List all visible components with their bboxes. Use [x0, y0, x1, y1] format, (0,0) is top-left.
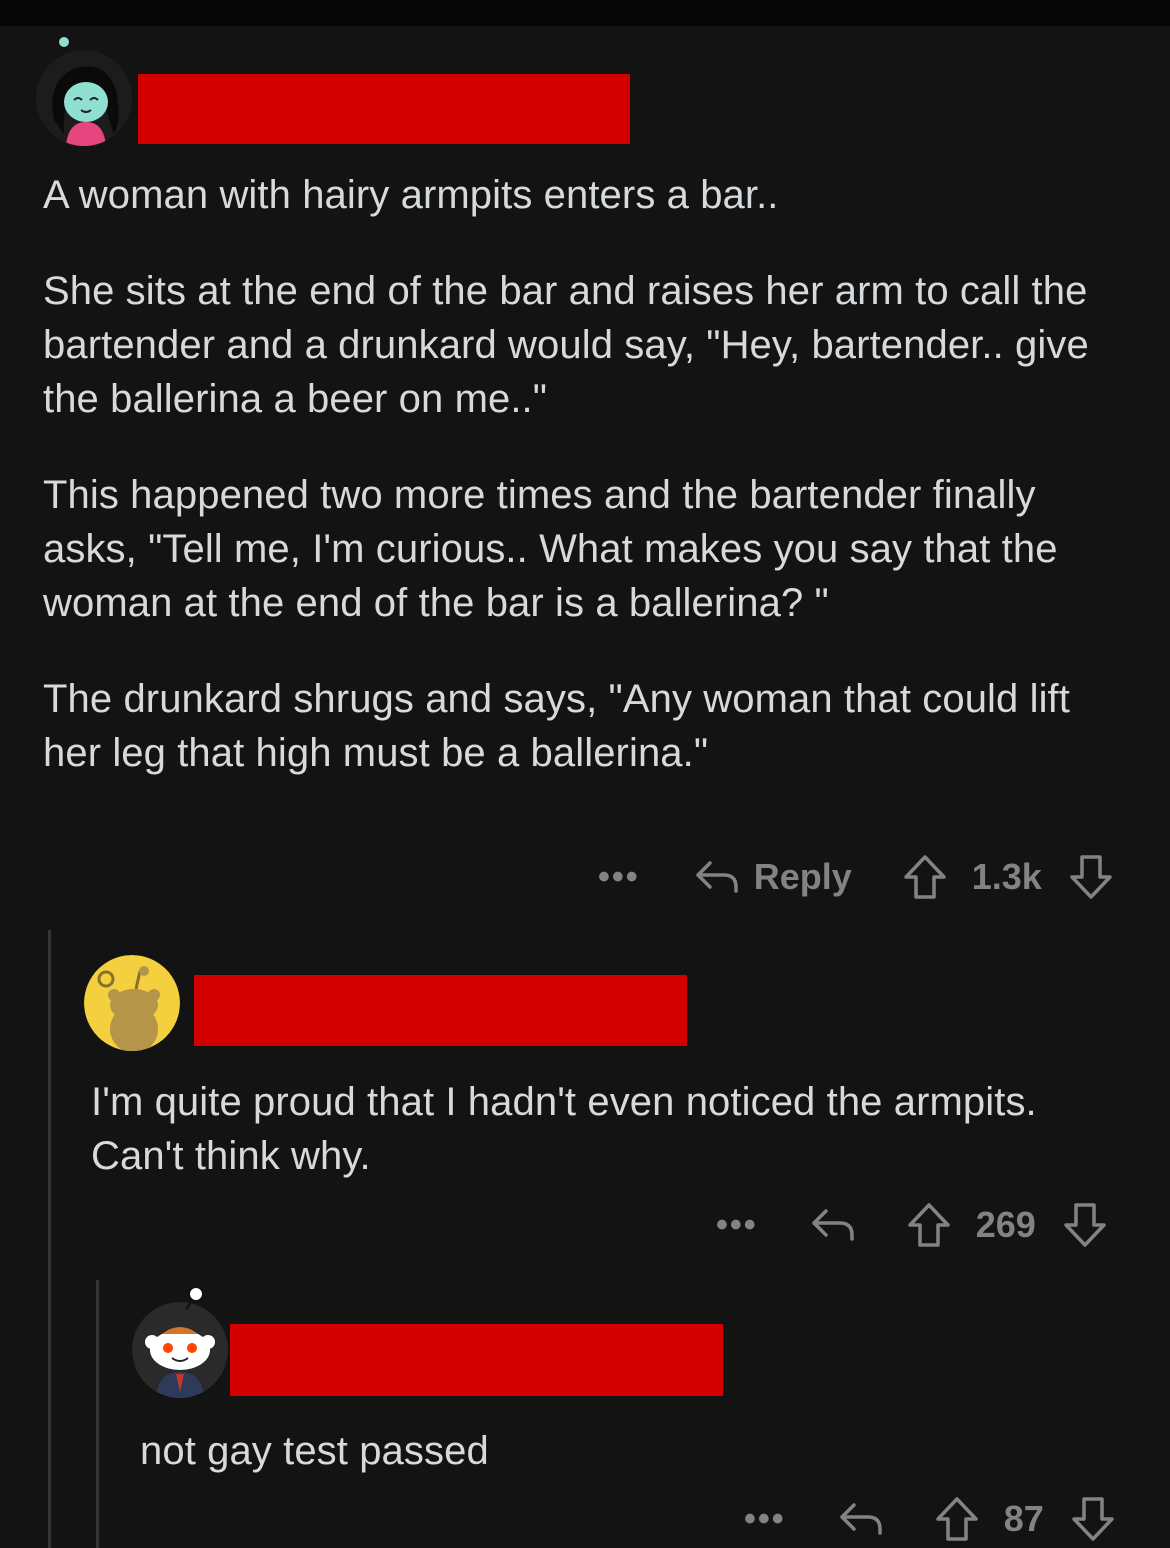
comment-actions: ••• 87: [744, 1494, 1116, 1544]
woman-avatar-icon[interactable]: [36, 50, 132, 146]
comment-paragraph: I'm quite proud that I hadn't even notic…: [91, 1080, 1037, 1178]
vote-score: 1.3k: [971, 856, 1042, 897]
reply-icon[interactable]: [810, 1205, 856, 1245]
redacted-username: [194, 975, 687, 1046]
comment-paragraph: A woman with hairy armpits enters a bar.…: [43, 173, 779, 217]
snoo-yellow-avatar-icon[interactable]: [84, 955, 180, 1051]
comment-actions: ••• 269: [716, 1200, 1108, 1250]
more-options-button[interactable]: •••: [744, 1502, 786, 1536]
more-options-button[interactable]: •••: [716, 1208, 758, 1242]
redacted-username: [230, 1324, 723, 1396]
vote-score: 87: [1003, 1498, 1044, 1539]
redacted-username: [138, 74, 630, 144]
thread-line[interactable]: [96, 1280, 99, 1548]
more-options-button[interactable]: •••: [598, 860, 640, 894]
comment-actions: ••• Reply 1.3k: [598, 852, 1114, 902]
thread-line[interactable]: [48, 930, 51, 1548]
vote-score: 269: [975, 1204, 1036, 1245]
comment-paragraph: She sits at the end of the bar and raise…: [43, 269, 1089, 421]
upvote-icon[interactable]: [934, 1495, 980, 1543]
status-bar: [0, 0, 1170, 26]
antenna-icon: [176, 1286, 206, 1311]
comment-body: not gay test passed: [140, 1424, 1130, 1478]
downvote-icon[interactable]: [1062, 1201, 1108, 1249]
comment-paragraph: The drunkard shrugs and says, "Any woman…: [43, 677, 1070, 775]
comment-paragraph: not gay test passed: [140, 1429, 489, 1473]
reply-icon[interactable]: [838, 1499, 884, 1539]
downvote-icon[interactable]: [1070, 1495, 1116, 1543]
downvote-icon[interactable]: [1068, 853, 1114, 901]
comment-paragraph: This happened two more times and the bar…: [43, 473, 1058, 625]
antenna-icon: [54, 34, 74, 54]
comment-body: I'm quite proud that I hadn't even notic…: [91, 1075, 1131, 1183]
reply-button[interactable]: Reply: [754, 856, 852, 898]
comment-body: A woman with hairy armpits enters a bar.…: [43, 168, 1133, 780]
upvote-icon[interactable]: [906, 1201, 952, 1249]
snoo-suit-avatar-icon[interactable]: [132, 1302, 228, 1398]
upvote-icon[interactable]: [902, 853, 948, 901]
reply-icon[interactable]: [694, 857, 740, 897]
